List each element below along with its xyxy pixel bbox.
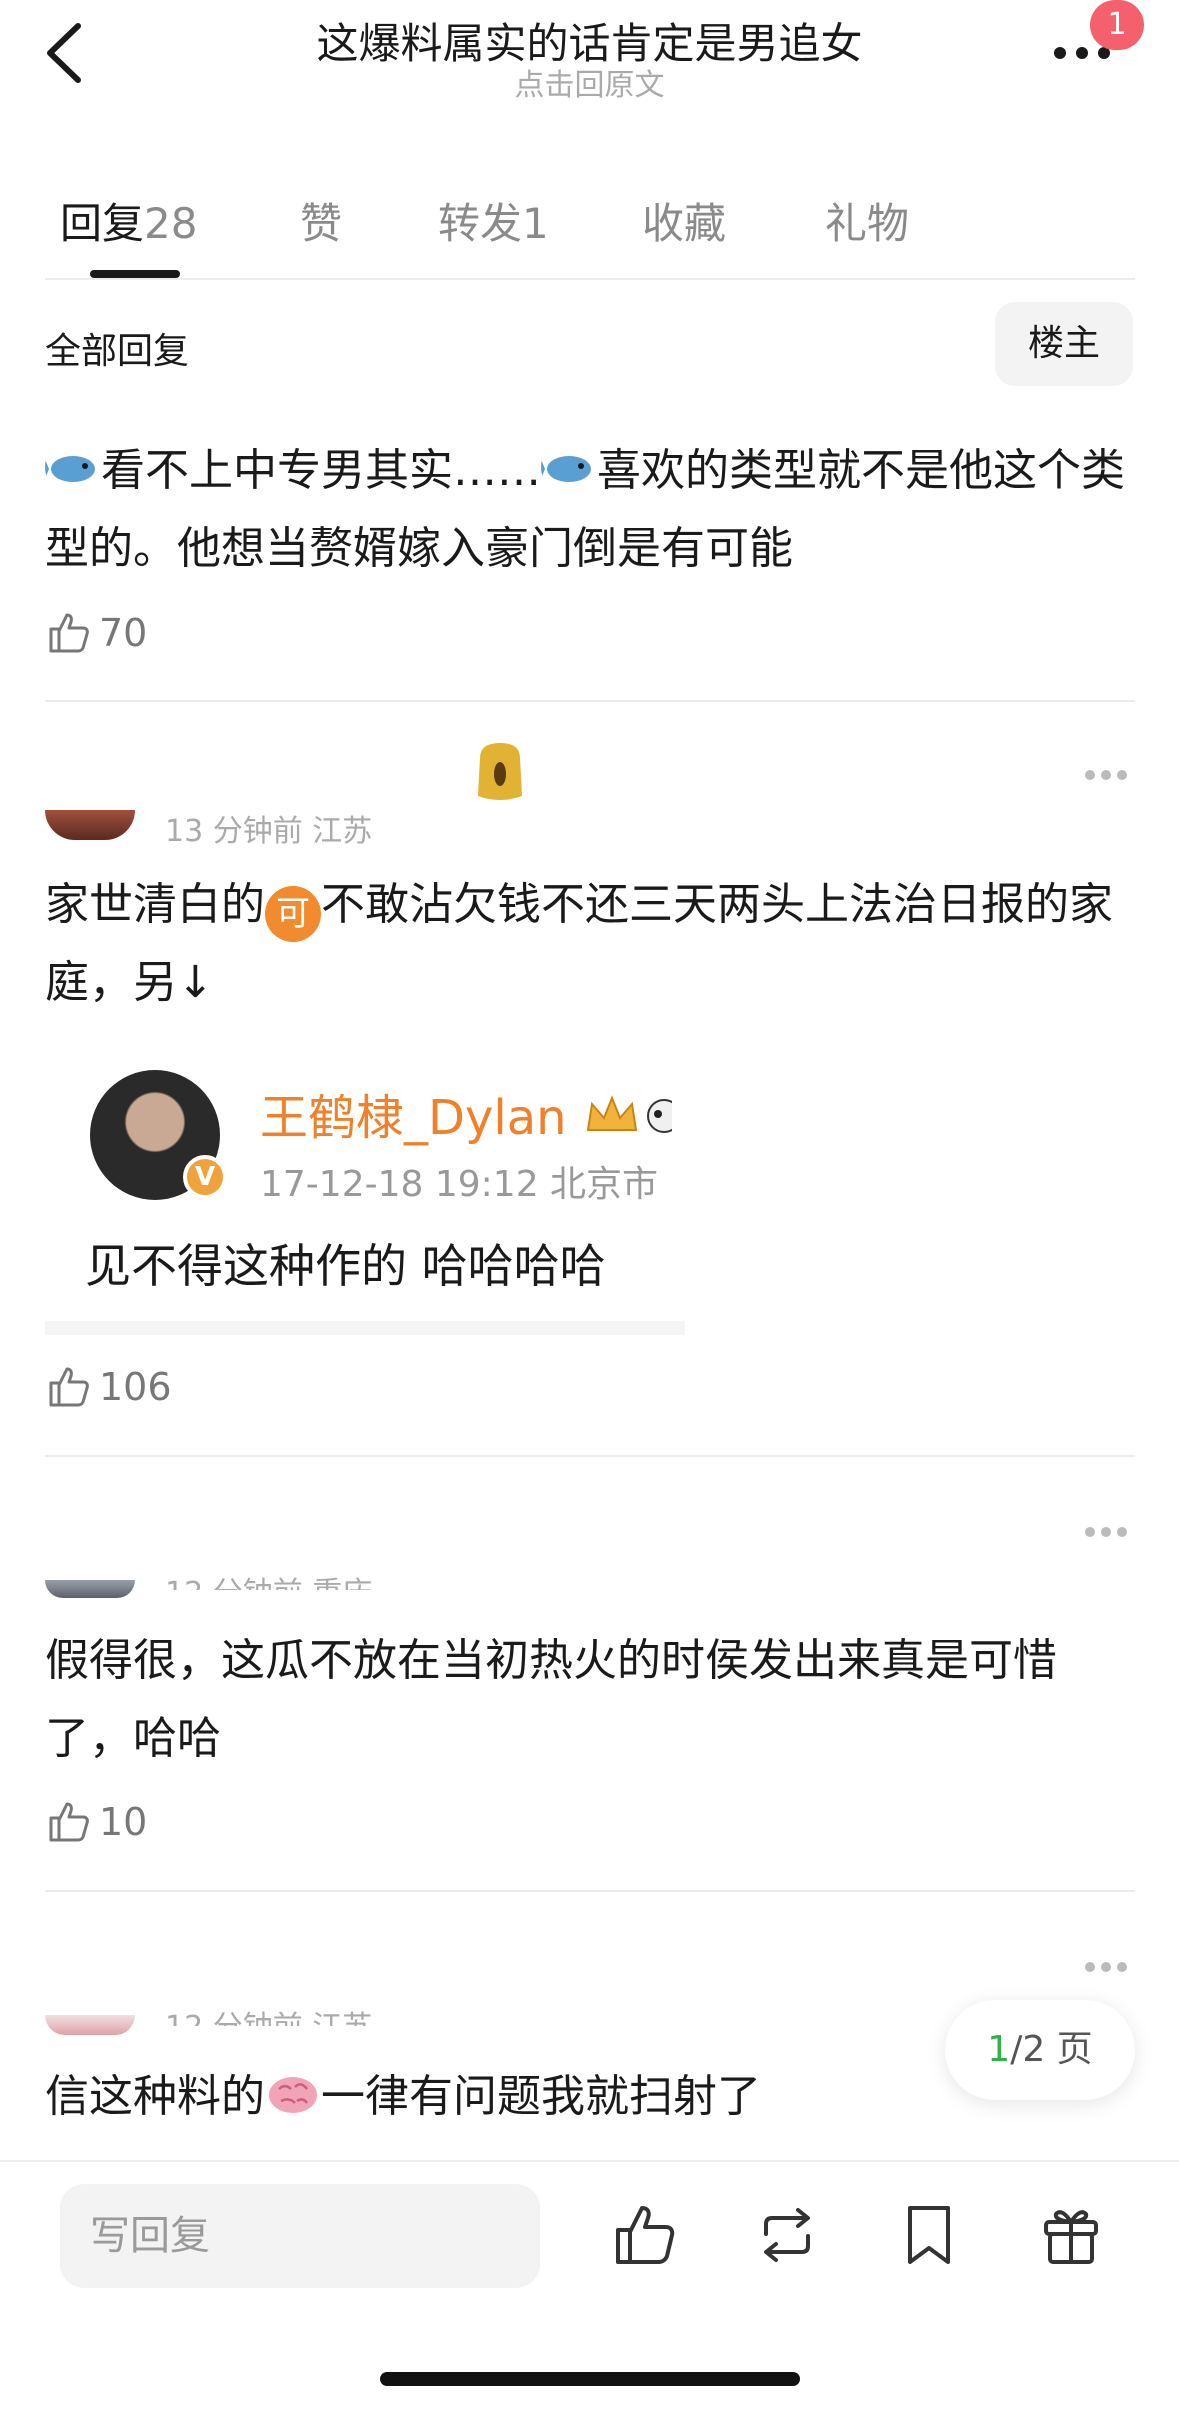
repost-icon[interactable] bbox=[752, 2200, 822, 2270]
tab-replies-label: 回复 bbox=[60, 199, 145, 248]
tab-reposts[interactable]: 转发1 bbox=[438, 190, 549, 251]
comment-text: 家世清白的可不敢沾欠钱不还三天两头上法治日报的家庭，另↓ bbox=[45, 866, 1135, 1022]
top-bar: 这爆料属实的话肯定是男追女 点击回原文 1 bbox=[0, 0, 1179, 140]
bookmark-icon[interactable] bbox=[894, 2200, 964, 2270]
avatar[interactable] bbox=[45, 810, 135, 840]
home-indicator bbox=[380, 2372, 800, 2386]
fish-emoji-icon bbox=[541, 456, 591, 482]
brain-emoji-icon bbox=[269, 2077, 317, 2113]
tab-likes-label: 赞 bbox=[300, 199, 343, 248]
tab-replies[interactable]: 回复28 bbox=[60, 190, 197, 251]
ke-emoji-icon: 可 bbox=[265, 886, 321, 942]
gift-icon[interactable] bbox=[1036, 2200, 1106, 2270]
verified-badge-icon: V bbox=[183, 1155, 227, 1199]
page-indicator[interactable]: 1/2 页 bbox=[945, 2000, 1135, 2100]
comment-text: 假得很，这瓜不放在当初热火的时侯发出来真是可惜了，哈哈 bbox=[45, 1635, 1057, 1764]
quoted-post-card[interactable]: V 王鹤棣_Dylan 17-12-18 19:12 北京市 见不得这种作的 哈… bbox=[45, 1050, 685, 1335]
view-original-link[interactable]: 点击回原文 bbox=[0, 60, 1179, 104]
active-tab-indicator bbox=[90, 270, 180, 278]
reply-input[interactable] bbox=[60, 2184, 540, 2288]
quoted-user-name[interactable]: 王鹤棣_Dylan bbox=[260, 1078, 681, 1148]
divider bbox=[45, 1890, 1135, 1892]
tab-favorites[interactable]: 收藏 bbox=[642, 190, 726, 251]
tab-reposts-count: 1 bbox=[522, 199, 549, 248]
fish-emoji-icon bbox=[45, 456, 95, 482]
avatar[interactable] bbox=[45, 1580, 135, 1598]
avatar[interactable] bbox=[45, 2015, 135, 2035]
crown-badge-icon bbox=[586, 1095, 637, 1131]
like-button[interactable]: 70 bbox=[45, 606, 147, 660]
like-button[interactable]: 10 bbox=[45, 1795, 147, 1849]
comment-text: 看不上中专男其实…… 喜欢的类型就不是他这个类型的。他想当赘婿嫁入豪门倒是有可能 bbox=[45, 432, 1135, 588]
tab-reposts-label: 转发 bbox=[438, 199, 523, 248]
like-button[interactable]: 106 bbox=[45, 1360, 172, 1414]
like-count: 106 bbox=[99, 1365, 172, 1409]
comment-meta: 12 分钟前 江苏 bbox=[165, 2002, 372, 2026]
total-pages: /2 页 bbox=[1010, 2029, 1093, 2070]
like-count: 10 bbox=[99, 1800, 148, 1844]
quoted-post-time: 17-12-18 19:12 北京市 bbox=[260, 1164, 659, 1205]
comment-meta: 12 分钟前 重庆 bbox=[165, 1568, 372, 1590]
comment-text-part: 看不上中专男其实…… bbox=[101, 445, 541, 496]
bottom-action-bar bbox=[0, 2160, 1179, 2409]
thumbs-up-icon bbox=[49, 613, 89, 653]
like-count: 70 bbox=[99, 611, 148, 655]
more-options-icon[interactable] bbox=[1085, 765, 1135, 780]
like-icon[interactable] bbox=[610, 2200, 680, 2270]
all-replies-heading: 全部回复 bbox=[45, 331, 190, 372]
comment-text-part: 信这种料的 bbox=[45, 2071, 265, 2122]
tab-likes[interactable]: 赞 bbox=[300, 190, 342, 251]
thumbs-up-icon bbox=[49, 1802, 89, 1842]
tab-favorites-label: 收藏 bbox=[642, 199, 727, 248]
tab-bar: 回复28 赞 转发1 收藏 礼物 bbox=[0, 180, 1179, 280]
panda-badge-icon bbox=[646, 1099, 681, 1133]
tab-gifts-label: 礼物 bbox=[825, 199, 910, 248]
tab-gifts[interactable]: 礼物 bbox=[825, 190, 909, 251]
comment-meta: 13 分钟前 江苏 bbox=[165, 814, 373, 849]
notification-badge: 1 bbox=[1090, 0, 1144, 50]
quoted-post-text: 见不得这种作的 哈哈哈哈 bbox=[85, 1239, 606, 1293]
divider bbox=[45, 700, 1135, 702]
owner-only-button[interactable]: 楼主 bbox=[995, 302, 1133, 386]
more-options-icon[interactable] bbox=[1085, 1957, 1135, 1972]
divider bbox=[45, 278, 1135, 280]
thumbs-up-icon bbox=[49, 1367, 89, 1407]
more-options-icon[interactable] bbox=[1085, 1522, 1135, 1537]
comment-text-part: 家世清白的 bbox=[45, 879, 265, 930]
current-page: 1 bbox=[987, 2029, 1011, 2070]
comment-text-part: 一律有问题我就扫射了 bbox=[321, 2071, 761, 2122]
quoted-user-name-text: 王鹤棣_Dylan bbox=[260, 1090, 567, 1146]
divider bbox=[45, 1455, 1135, 1457]
tab-replies-count: 28 bbox=[144, 199, 198, 248]
sticker-icon bbox=[478, 743, 522, 800]
